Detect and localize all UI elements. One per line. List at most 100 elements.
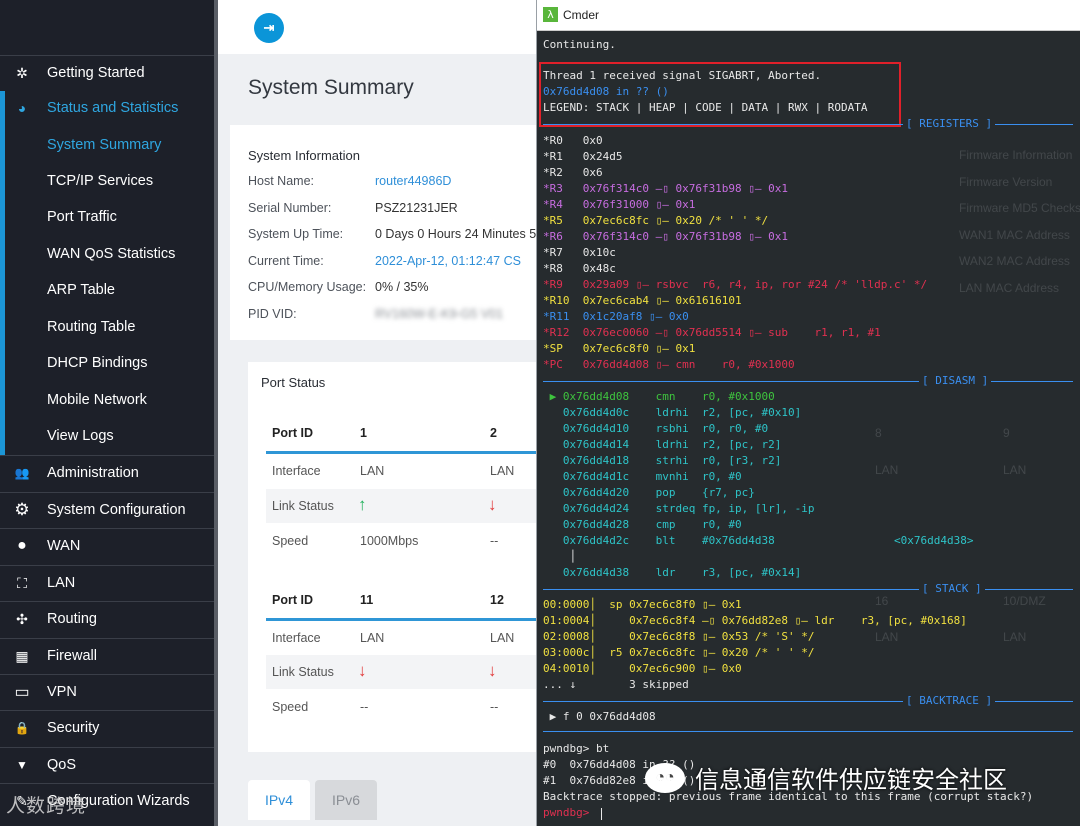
sidebar-item-lan[interactable]: ⛶ LAN (0, 565, 214, 600)
ghost-text: 9 (1003, 426, 1010, 440)
sidebar-item-security[interactable]: 🔒 Security (0, 710, 214, 745)
sidebar-item-label: QoS (47, 757, 77, 773)
current-time-value[interactable]: 2022-Apr-12, 01:12:47 CS (375, 254, 521, 268)
link-down-icon: ↓ (488, 495, 497, 514)
sidebar-item-tcpip-services[interactable]: TCP/IP Services (0, 164, 214, 198)
sidebar-item-label: Routing (47, 611, 97, 627)
port-id-header: Port ID (272, 593, 313, 607)
terminal-title-bar[interactable]: λ Cmder (537, 0, 1080, 31)
pie-chart-icon: ◕ (17, 100, 27, 116)
ghost-text: LAN MAC Address (959, 281, 1060, 295)
interface-label: Interface (272, 464, 321, 478)
backtrace-line: ▶ f 0 0x76dd4d08 (543, 710, 656, 723)
section-backtrace: [ BACKTRACE ] (903, 694, 996, 707)
watermark: ◔◔ 信息通信软件供应链安全社区 (645, 760, 1007, 795)
sidebar-nav: ✲ Getting Started ◕ Status and Statistic… (0, 0, 216, 826)
section-divider (543, 381, 1073, 382)
disasm-line: 0x76dd4d14 ldrhi r2, [pc, r2] (543, 438, 782, 451)
sidebar-item-port-traffic[interactable]: Port Traffic (0, 200, 214, 234)
sidebar-item-mobile-network[interactable]: Mobile Network (0, 383, 214, 417)
terminal-window[interactable]: λ Cmder Firmware Information Firmware Ve… (536, 0, 1080, 826)
sidebar-item-label: DHCP Bindings (47, 355, 148, 371)
ghost-text: LAN (875, 463, 899, 477)
table-row: Speed 1000Mbps -- (266, 524, 538, 558)
disasm-line: 0x76dd4d2c blt #0x76dd4d38 <0x76dd4d38> (543, 534, 974, 547)
link-down-icon: ↓ (488, 661, 497, 680)
sidebar-item-getting-started[interactable]: ✲ Getting Started (0, 55, 214, 90)
link-status-label: Link Status (272, 499, 334, 513)
port-1-header: 1 (360, 426, 367, 440)
sidebar-item-vpn[interactable]: ▭ VPN (0, 674, 214, 709)
monitor-icon: ▭ (14, 684, 30, 701)
stack-line: 01:0004│ 0x7ec6c8f4 —▯ 0x76dd82e8 ▯— ldr… (543, 614, 967, 627)
host-name-value[interactable]: router44986D (375, 174, 451, 188)
logout-icon[interactable]: ⇥ (254, 13, 284, 43)
gear-icon: ⚙ (14, 500, 30, 519)
main-content: ⇥ System Summary System Information Host… (218, 0, 538, 826)
users-icon: 👥 (14, 466, 30, 480)
speed-value: -- (490, 534, 499, 548)
sidebar-item-view-logs[interactable]: View Logs (0, 419, 214, 453)
sidebar-item-label: Routing Table (47, 319, 136, 335)
wechat-icon: ◔◔ (645, 762, 685, 793)
sidebar-item-status-and-statistics[interactable]: ◕ Status and Statistics (0, 91, 214, 125)
page-title: System Summary (248, 76, 414, 99)
system-up-time-label: System Up Time: (248, 227, 344, 241)
sidebar-item-label: System Summary (47, 137, 162, 153)
ghost-text: WAN2 MAC Address (959, 254, 1070, 268)
link-up-icon: ↑ (358, 495, 367, 514)
speed-value: -- (490, 700, 499, 714)
ghost-text: LAN (1003, 463, 1027, 477)
section-divider (543, 731, 1073, 732)
sidebar-item-wan[interactable]: ● WAN (0, 528, 214, 563)
speed-value: 1000Mbps (360, 534, 419, 548)
table-row: Link Status ↑ ↓ (266, 489, 538, 523)
sidebar-item-wan-qos-statistics[interactable]: WAN QoS Statistics (0, 237, 214, 271)
sidebar-item-label: Mobile Network (47, 392, 147, 408)
stack-line: 03:000c│ r5 0x7ec6c8fc ▯— 0x20 /* ' ' */ (543, 646, 815, 659)
sidebar-item-arp-table[interactable]: ARP Table (0, 273, 214, 307)
register-line: *R6 0x76f314c0 —▯ 0x76f31b98 ▯— 0x1 (543, 230, 789, 243)
cmder-lambda-icon: λ (543, 7, 558, 22)
sidebar-item-dhcp-bindings[interactable]: DHCP Bindings (0, 346, 214, 380)
sidebar-item-qos[interactable]: ▼ QoS (0, 747, 214, 782)
cpu-memory-label: CPU/Memory Usage: (248, 280, 367, 294)
routing-icon: ✣ (16, 610, 28, 627)
interface-value: LAN (490, 464, 515, 478)
ghost-text: LAN (875, 630, 899, 644)
speed-label: Speed (272, 534, 309, 548)
section-title: System Information (248, 148, 360, 163)
globe-icon: ✲ (16, 64, 28, 81)
cpu-memory-value: 0% / 35% (375, 280, 429, 294)
speed-value: -- (360, 700, 369, 714)
pid-vid-label: PID VID: (248, 307, 297, 321)
tab-ipv4[interactable]: IPv4 (248, 780, 310, 820)
tab-ipv6[interactable]: IPv6 (315, 780, 377, 820)
register-line: *R11 0x1c20af8 ▯— 0x0 (543, 310, 689, 323)
disasm-line: 0x76dd4d28 cmp r0, #0 (543, 518, 742, 531)
disasm-line: 0x76dd4d0c ldrhi r2, [pc, #0x10] (543, 406, 802, 419)
register-line: *R12 0x76ec0060 —▯ 0x76dd5514 ▯— sub r1,… (543, 326, 881, 339)
sidebar-item-system-configuration[interactable]: ⚙ System Configuration (0, 492, 214, 527)
terminal-line: 0x76dd4d08 in ?? () (543, 85, 669, 98)
sidebar-item-system-summary[interactable]: System Summary (0, 128, 214, 162)
sidebar-item-routing-table[interactable]: Routing Table (0, 310, 214, 344)
ghost-text: WAN1 MAC Address (959, 228, 1070, 242)
sidebar-item-routing[interactable]: ✣ Routing (0, 601, 214, 636)
disasm-line: 0x76dd4d24 strdeq fp, ip, [lr], -ip (543, 502, 815, 515)
lock-icon: 🔒 (14, 721, 30, 735)
section-divider (543, 589, 1073, 590)
section-stack: [ STACK ] (919, 582, 985, 595)
network-icon: ⛶ (17, 574, 27, 591)
ghost-text: Firmware Version (959, 175, 1053, 189)
ghost-text: 16 (875, 594, 889, 608)
speed-label: Speed (272, 700, 309, 714)
sidebar-item-firewall[interactable]: ▦ Firewall (0, 638, 214, 673)
register-line: *PC 0x76dd4d08 ▯— cmn r0, #0x1000 (543, 358, 795, 371)
sidebar-item-label: System Configuration (47, 502, 186, 518)
prompt-line[interactable]: pwndbg> bt (543, 742, 609, 756)
sidebar-item-label: Getting Started (47, 65, 145, 81)
register-line: *R2 0x6 (543, 166, 603, 179)
sidebar-item-administration[interactable]: 👥 Administration (0, 455, 214, 490)
prompt-line[interactable]: pwndbg> (543, 806, 596, 820)
